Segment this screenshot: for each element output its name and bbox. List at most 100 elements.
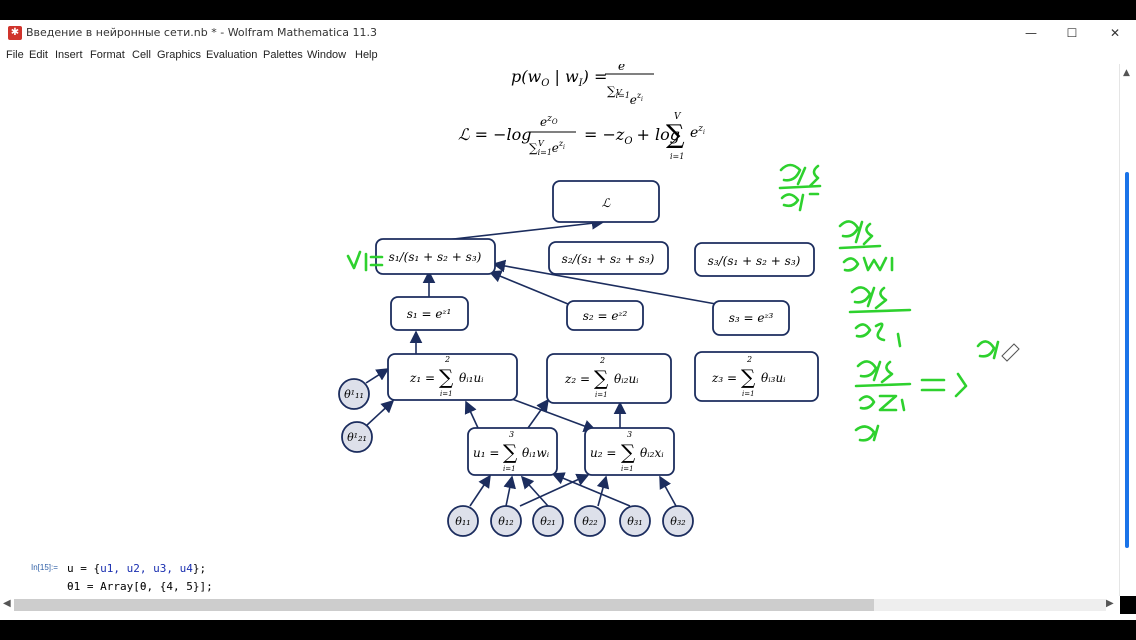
loss-node[interactable]: ℒ — [552, 180, 660, 223]
svg-text:∑: ∑ — [503, 440, 518, 464]
svg-text:ℒ: ℒ — [602, 196, 611, 210]
close-button[interactable]: ✕ — [1104, 24, 1126, 42]
theta-node-bottom-5[interactable]: θ₃₁ — [619, 505, 651, 537]
pen-cursor-icon — [1001, 343, 1020, 362]
input-cell-label: In[15]:= — [31, 563, 58, 572]
svg-text:u₂ =: u₂ = — [590, 446, 616, 460]
theta-node-bottom-2[interactable]: θ₁₂ — [490, 505, 522, 537]
u-node-1[interactable]: u₁ = 3 ∑ i=1 θᵢ₁wᵢ — [467, 427, 558, 476]
input-line-1[interactable]: u = {u1, u2, u3, u4}; — [67, 562, 206, 575]
softmax-numerator: e — [618, 64, 625, 73]
softmax-formula: p(wO | wI) = e ∑i=1Vezi — [511, 64, 654, 107]
svg-text:s₁ = eᶻ¹: s₁ = eᶻ¹ — [407, 307, 452, 321]
svg-text:2: 2 — [746, 355, 752, 364]
horizontal-scrollbar[interactable]: ◀ ▶ — [0, 596, 1120, 614]
u-node-2[interactable]: u₂ = 3 ∑ i=1 θᵢ₂xᵢ — [584, 427, 675, 476]
mathematica-app-icon: ✱ — [8, 26, 22, 40]
svg-text:i=1: i=1 — [440, 390, 453, 398]
loss-lhs: ℒ = −log — [458, 125, 532, 144]
svg-text:θᵢ₁wᵢ: θᵢ₁wᵢ — [522, 446, 550, 460]
menu-insert[interactable]: Insert — [55, 49, 83, 61]
loss-numerator: ezO — [540, 114, 558, 129]
exp-node-3[interactable]: s₃ = eᶻ³ — [712, 300, 790, 336]
title-bar: ✱ Введение в нейронные сети.nb * - Wolfr… — [0, 20, 1136, 46]
menu-bar: File Edit Insert Format Cell Graphics Ev… — [0, 46, 1136, 64]
svg-text:i=1: i=1 — [503, 465, 516, 473]
svg-text:s₁/(s₁ + s₂ + s₃): s₁/(s₁ + s₂ + s₃) — [389, 250, 482, 264]
exp-node-1[interactable]: s₁ = eᶻ¹ — [390, 296, 469, 331]
z-node-1[interactable]: z₁ = 2 ∑ i=1 θᵢ₁uᵢ — [387, 353, 518, 401]
svg-text:3: 3 — [627, 430, 632, 439]
svg-text:∑: ∑ — [439, 365, 454, 389]
softmax-denominator: ∑i=1Vezi — [607, 84, 643, 107]
window-title: Введение в нейронные сети.nb * - Wolfram… — [26, 26, 377, 39]
svg-text:θᵢ₁uᵢ: θᵢ₁uᵢ — [459, 371, 484, 385]
scroll-up-arrow-icon[interactable]: ▲ — [1123, 68, 1130, 78]
theta-node-top-2[interactable]: θ¹₂₁ — [341, 421, 373, 453]
menu-format[interactable]: Format — [90, 49, 125, 61]
status-bar — [0, 614, 1136, 620]
svg-text:s₃/(s₁ + s₂ + s₃): s₃/(s₁ + s₂ + s₃) — [708, 254, 801, 268]
svg-text:i=1: i=1 — [742, 390, 755, 398]
svg-text:∑: ∑ — [741, 365, 756, 389]
svg-text:i=1: i=1 — [595, 391, 608, 399]
svg-text:θ₂₂: θ₂₂ — [582, 515, 597, 528]
svg-text:θ₂₁: θ₂₁ — [540, 515, 555, 528]
loss-denominator: ∑i=1V ezi — [529, 139, 565, 157]
maximize-button[interactable]: ☐ — [1061, 24, 1083, 42]
menu-edit[interactable]: Edit — [29, 49, 48, 61]
notebook-document[interactable]: p(wO | wI) = e ∑i=1Vezi ℒ = −log ezO ∑i=… — [0, 64, 1136, 596]
scroll-right-arrow-icon[interactable]: ▶ — [1106, 598, 1114, 609]
svg-text:θᵢ₂xᵢ: θᵢ₂xᵢ — [640, 446, 664, 460]
svg-text:z₃ =: z₃ = — [711, 371, 737, 385]
svg-text:i=1: i=1 — [621, 465, 634, 473]
menu-palettes[interactable]: Palettes — [263, 49, 303, 61]
svg-text:u₁ =: u₁ = — [473, 446, 499, 460]
menu-evaluation[interactable]: Evaluation — [206, 49, 257, 61]
vertical-scroll-thumb[interactable] — [1125, 172, 1129, 548]
loss-formula: ℒ = −log ezO ∑i=1V ezi = −zO + log V ∑ i=1… — [458, 112, 705, 161]
menu-cell[interactable]: Cell — [132, 49, 151, 61]
menu-window[interactable]: Window — [307, 49, 346, 61]
theta-node-top-1[interactable]: θ¹₁₁ — [338, 378, 370, 410]
loss-exp: ezi — [690, 124, 705, 141]
menu-file[interactable]: File — [6, 49, 24, 61]
svg-text:θ₁₂: θ₁₂ — [498, 515, 513, 528]
svg-text:θᵢ₂uᵢ: θᵢ₂uᵢ — [614, 372, 639, 386]
scroll-left-arrow-icon[interactable]: ◀ — [3, 598, 11, 609]
horizontal-scroll-thumb[interactable] — [14, 599, 874, 611]
z-node-2[interactable]: z₂ = 2 ∑ i=1 θᵢ₂uᵢ — [546, 353, 672, 404]
computation-graph: p(wO | wI) = e ∑i=1Vezi ℒ = −log ezO ∑i=… — [338, 64, 1020, 537]
theta-node-bottom-3[interactable]: θ₂₁ — [532, 505, 564, 537]
svg-text:θ¹₁₁: θ¹₁₁ — [344, 388, 364, 401]
svg-text:3: 3 — [509, 430, 514, 439]
minimize-button[interactable]: — — [1020, 24, 1042, 42]
svg-text:θ₃₂: θ₃₂ — [670, 515, 685, 528]
menu-help[interactable]: Help — [355, 49, 378, 61]
svg-text:∑: ∑ — [621, 440, 636, 464]
svg-text:s₃ = eᶻ³: s₃ = eᶻ³ — [729, 311, 774, 325]
vertical-scrollbar[interactable]: ▲ — [1119, 64, 1136, 596]
exp-node-2[interactable]: s₂ = eᶻ² — [566, 300, 644, 331]
svg-text:2: 2 — [599, 356, 605, 365]
svg-text:z₂ =: z₂ = — [564, 372, 590, 386]
norm-node-1[interactable]: s₁/(s₁ + s₂ + s₃) — [375, 238, 496, 275]
loss-sum-sign: ∑ — [666, 120, 685, 150]
theta-node-bottom-6[interactable]: θ₃₂ — [662, 505, 694, 537]
theta-node-bottom-1[interactable]: θ₁₁ — [447, 505, 479, 537]
svg-text:s₂ = eᶻ²: s₂ = eᶻ² — [583, 309, 628, 323]
svg-text:θ¹₂₁: θ¹₂₁ — [347, 431, 367, 444]
svg-text:s₂/(s₁ + s₂ + s₃): s₂/(s₁ + s₂ + s₃) — [562, 252, 655, 266]
svg-text:θ₁₁: θ₁₁ — [455, 515, 470, 528]
softmax-lhs: p(wO | wI) = — [511, 67, 607, 89]
svg-text:2: 2 — [444, 355, 450, 364]
norm-node-3[interactable]: s₃/(s₁ + s₂ + s₃) — [694, 242, 815, 277]
norm-node-2[interactable]: s₂/(s₁ + s₂ + s₃) — [548, 241, 669, 275]
input-line-2[interactable]: θ1 = Array[θ, {4, 5}]; — [67, 580, 213, 593]
loss-sum-bottom: i=1 — [670, 152, 684, 161]
svg-text:θ₃₁: θ₃₁ — [627, 515, 642, 528]
svg-text:z₁ =: z₁ = — [409, 371, 435, 385]
z-node-3[interactable]: z₃ = 2 ∑ i=1 θᵢ₃uᵢ — [694, 351, 819, 402]
theta-node-bottom-4[interactable]: θ₂₂ — [574, 505, 606, 537]
menu-graphics[interactable]: Graphics — [157, 49, 201, 61]
